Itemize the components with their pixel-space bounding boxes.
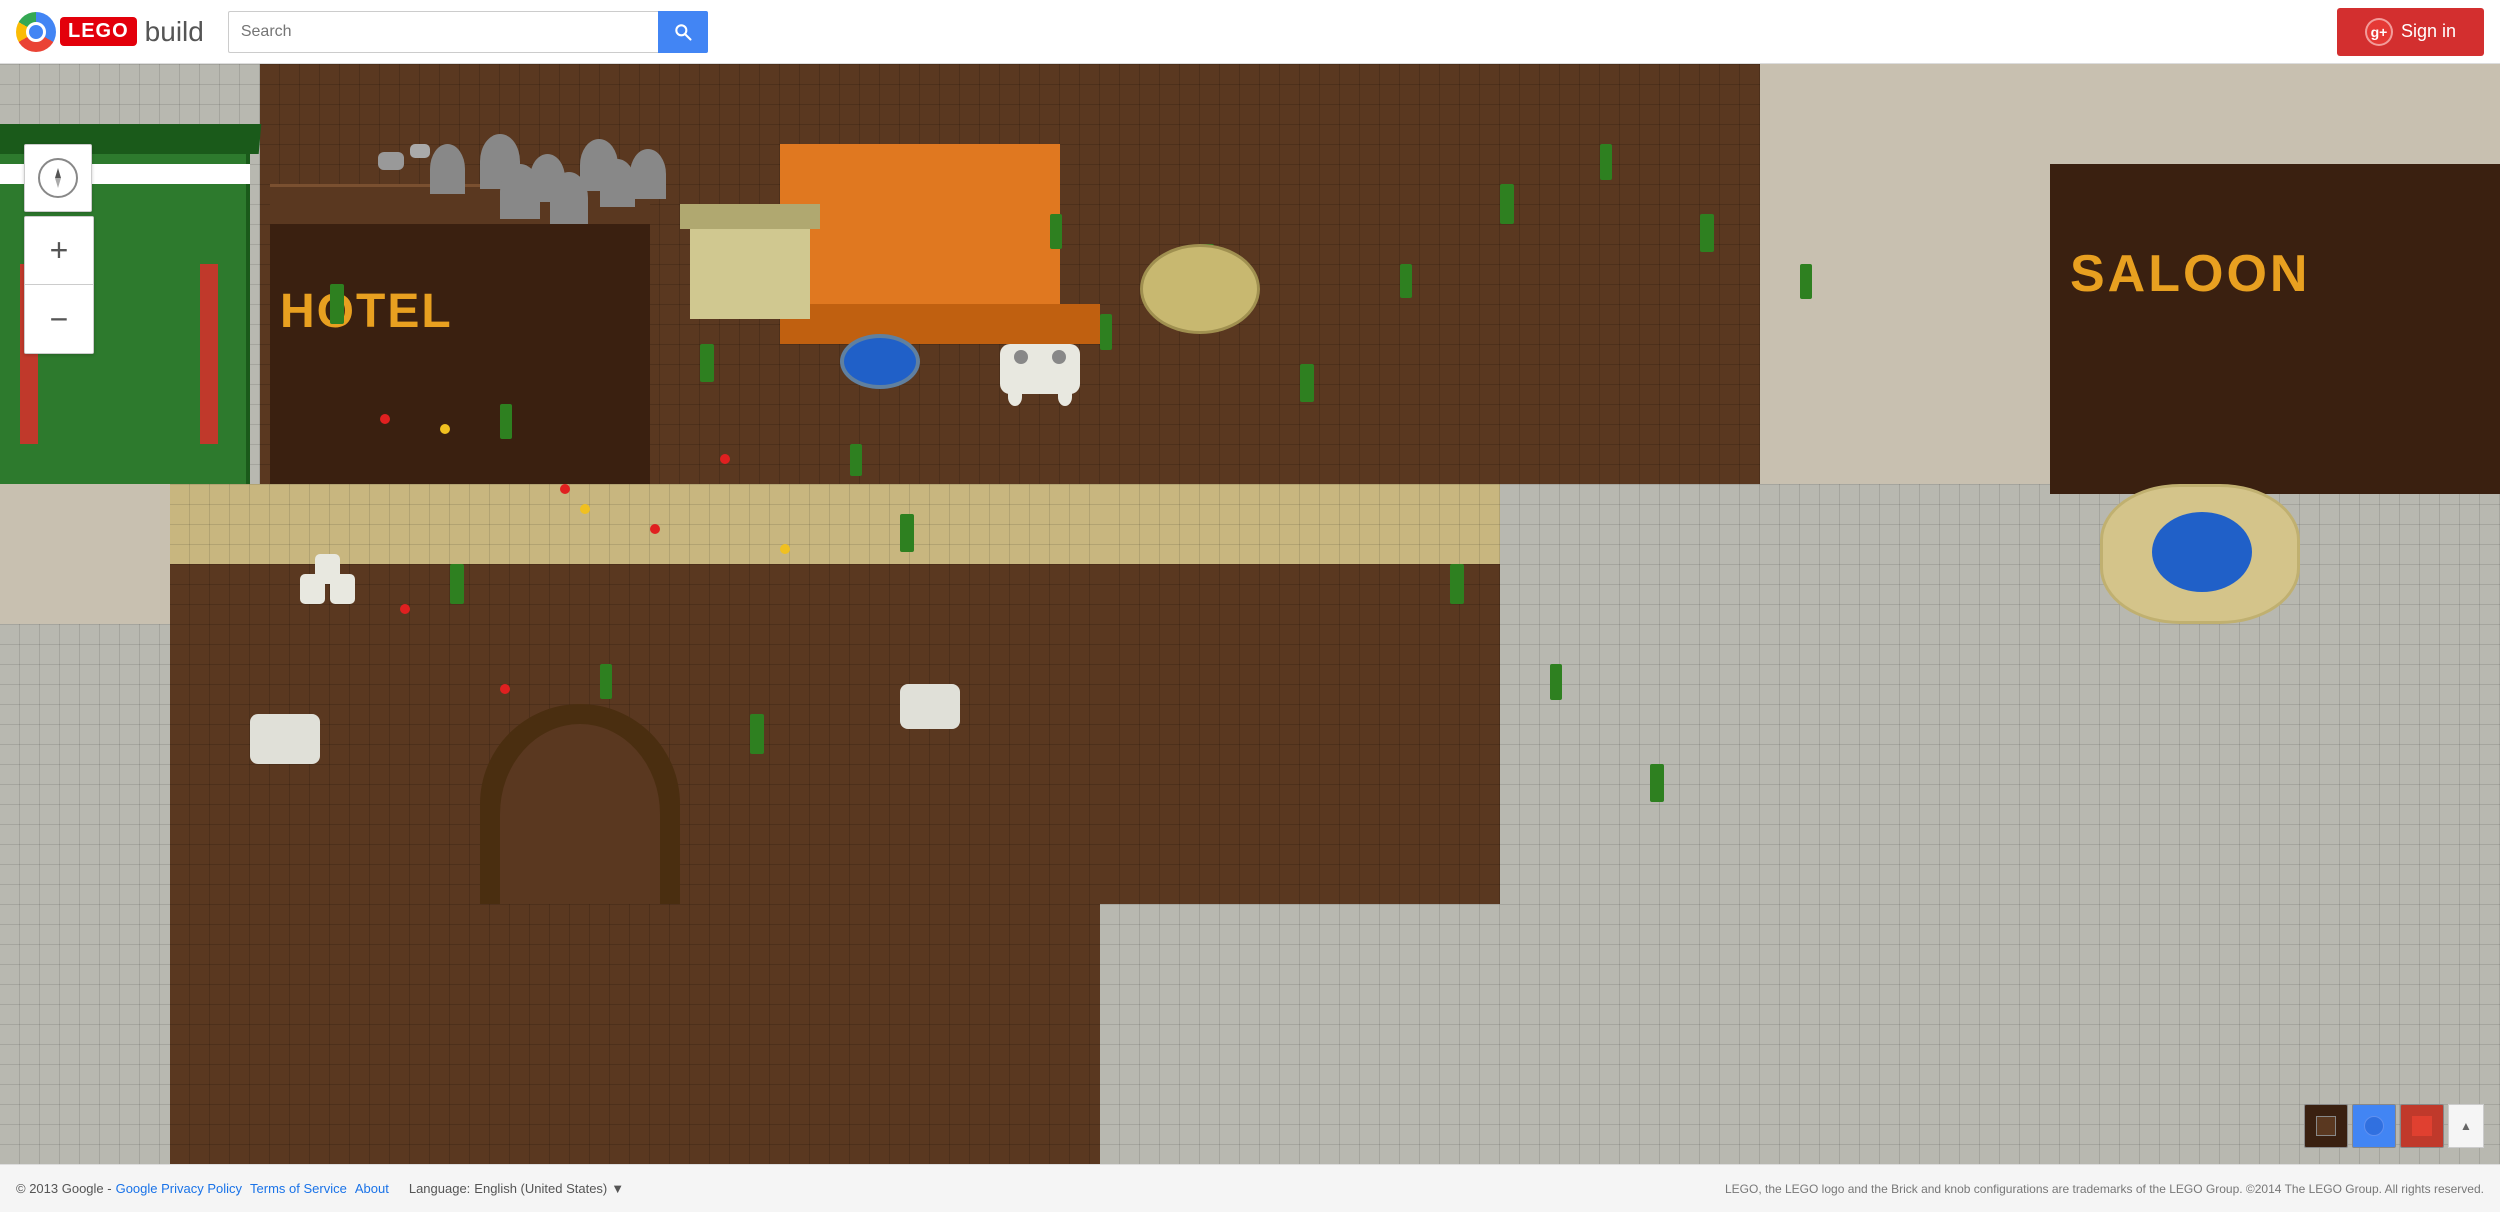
cactus-top-right-1 bbox=[1500, 184, 1514, 224]
language-selector: Language: English (United States) ▼ bbox=[409, 1181, 624, 1196]
cow-skull bbox=[1000, 344, 1080, 394]
collapse-button[interactable]: ▲ bbox=[2448, 1104, 2484, 1148]
gravestone-7 bbox=[550, 172, 588, 224]
gplus-icon: g+ bbox=[2365, 18, 2393, 46]
cactus-far-right-1 bbox=[1450, 564, 1464, 604]
cactus-8 bbox=[1050, 214, 1062, 249]
footer-terms-link[interactable]: Terms of Service bbox=[250, 1181, 347, 1196]
search-button[interactable] bbox=[658, 11, 708, 53]
cactus-far-right-3 bbox=[1650, 764, 1664, 802]
flower-1 bbox=[380, 414, 390, 424]
flower-5 bbox=[400, 604, 410, 614]
gravestone-6 bbox=[500, 164, 540, 219]
cactus-12 bbox=[1400, 264, 1412, 298]
app-title: build bbox=[145, 16, 204, 48]
zoom-controls: + − bbox=[24, 216, 94, 354]
rock-1 bbox=[378, 152, 404, 170]
cactus-top-right-2 bbox=[1600, 144, 1612, 180]
gravestone-1 bbox=[430, 144, 465, 194]
cactus-5 bbox=[450, 564, 464, 604]
cactus-top-right-4 bbox=[1800, 264, 1812, 299]
map-thumbnail-3[interactable] bbox=[2400, 1104, 2444, 1148]
cactus-13 bbox=[750, 714, 764, 754]
rock-2 bbox=[410, 144, 430, 158]
cactus-6 bbox=[600, 664, 612, 699]
search-input[interactable] bbox=[228, 11, 658, 53]
cactus-2 bbox=[500, 404, 512, 439]
well-top bbox=[680, 204, 820, 229]
footer-about-link[interactable]: About bbox=[355, 1181, 389, 1196]
cactus-top-right-3 bbox=[1700, 214, 1714, 252]
hotel-sign-text: HOTEL bbox=[280, 284, 453, 339]
compass-inner bbox=[38, 158, 78, 198]
tumbleweed bbox=[1140, 244, 1260, 334]
map-thumbnail-1[interactable] bbox=[2304, 1104, 2348, 1148]
chrome-logo-icon bbox=[16, 12, 56, 52]
gravestone-8 bbox=[600, 159, 635, 207]
well-structure bbox=[690, 219, 810, 319]
header: LEGO build g+ Sign in bbox=[0, 0, 2500, 64]
footer: © 2013 Google - Google Privacy Policy Te… bbox=[0, 1164, 2500, 1212]
cactus-1 bbox=[330, 284, 344, 324]
saloon-building: SALOON bbox=[2050, 164, 2500, 494]
map-controls: + − bbox=[24, 144, 94, 354]
flower-3 bbox=[650, 524, 660, 534]
water-pool-right2 bbox=[2152, 512, 2252, 592]
lego-logo: LEGO bbox=[60, 17, 137, 46]
map-area[interactable]: HOTEL SALOON bbox=[0, 64, 2500, 1164]
orange-building-base bbox=[780, 304, 1100, 344]
search-container bbox=[228, 11, 708, 53]
map-background: HOTEL SALOON bbox=[0, 64, 2500, 1164]
flower-2 bbox=[560, 484, 570, 494]
language-label: Language: bbox=[409, 1181, 470, 1196]
language-value: English (United States) bbox=[474, 1181, 607, 1196]
language-chevron-icon: ▼ bbox=[611, 1181, 624, 1196]
horse-1 bbox=[250, 714, 320, 764]
cactus-11 bbox=[1300, 364, 1314, 402]
barrel-3 bbox=[315, 554, 340, 584]
zoom-in-button[interactable]: + bbox=[25, 217, 93, 285]
tan-road-horizontal bbox=[170, 484, 1100, 564]
compass-needle bbox=[55, 168, 61, 188]
gray-plate-bottomleft bbox=[0, 624, 170, 1164]
flower-4 bbox=[720, 454, 730, 464]
cactus-7 bbox=[900, 514, 914, 552]
bottom-controls: ▲ bbox=[2304, 1104, 2484, 1148]
flower-y3 bbox=[780, 544, 790, 554]
saloon-sign-text: SALOON bbox=[2070, 244, 2310, 304]
water-pool-left bbox=[840, 334, 920, 389]
footer-copyright: © 2013 Google - bbox=[16, 1181, 112, 1196]
tan-road-right bbox=[1100, 484, 1500, 564]
compass-button[interactable] bbox=[24, 144, 92, 212]
cactus-4 bbox=[850, 444, 862, 476]
hotel-building: HOTEL bbox=[270, 214, 650, 484]
cactus-far-right-2 bbox=[1550, 664, 1562, 700]
cactus-3 bbox=[700, 344, 714, 382]
signin-label: Sign in bbox=[2401, 21, 2456, 42]
arch-inner bbox=[500, 724, 660, 904]
cactus-10 bbox=[1100, 314, 1112, 350]
flower-6 bbox=[500, 684, 510, 694]
search-icon bbox=[673, 22, 693, 42]
zoom-out-button[interactable]: − bbox=[25, 285, 93, 353]
gravestone-5 bbox=[630, 149, 666, 199]
map-thumbnail-2[interactable] bbox=[2352, 1104, 2396, 1148]
flower-y2 bbox=[580, 504, 590, 514]
signin-button[interactable]: g+ Sign in bbox=[2337, 8, 2484, 56]
footer-trademark: LEGO, the LEGO logo and the Brick and kn… bbox=[1725, 1182, 2484, 1196]
footer-privacy-link[interactable]: Google Privacy Policy bbox=[116, 1181, 242, 1196]
flower-y1 bbox=[440, 424, 450, 434]
horse-2 bbox=[900, 684, 960, 729]
asian-building-pillar-right bbox=[200, 264, 218, 444]
language-dropdown[interactable]: English (United States) ▼ bbox=[474, 1181, 624, 1196]
